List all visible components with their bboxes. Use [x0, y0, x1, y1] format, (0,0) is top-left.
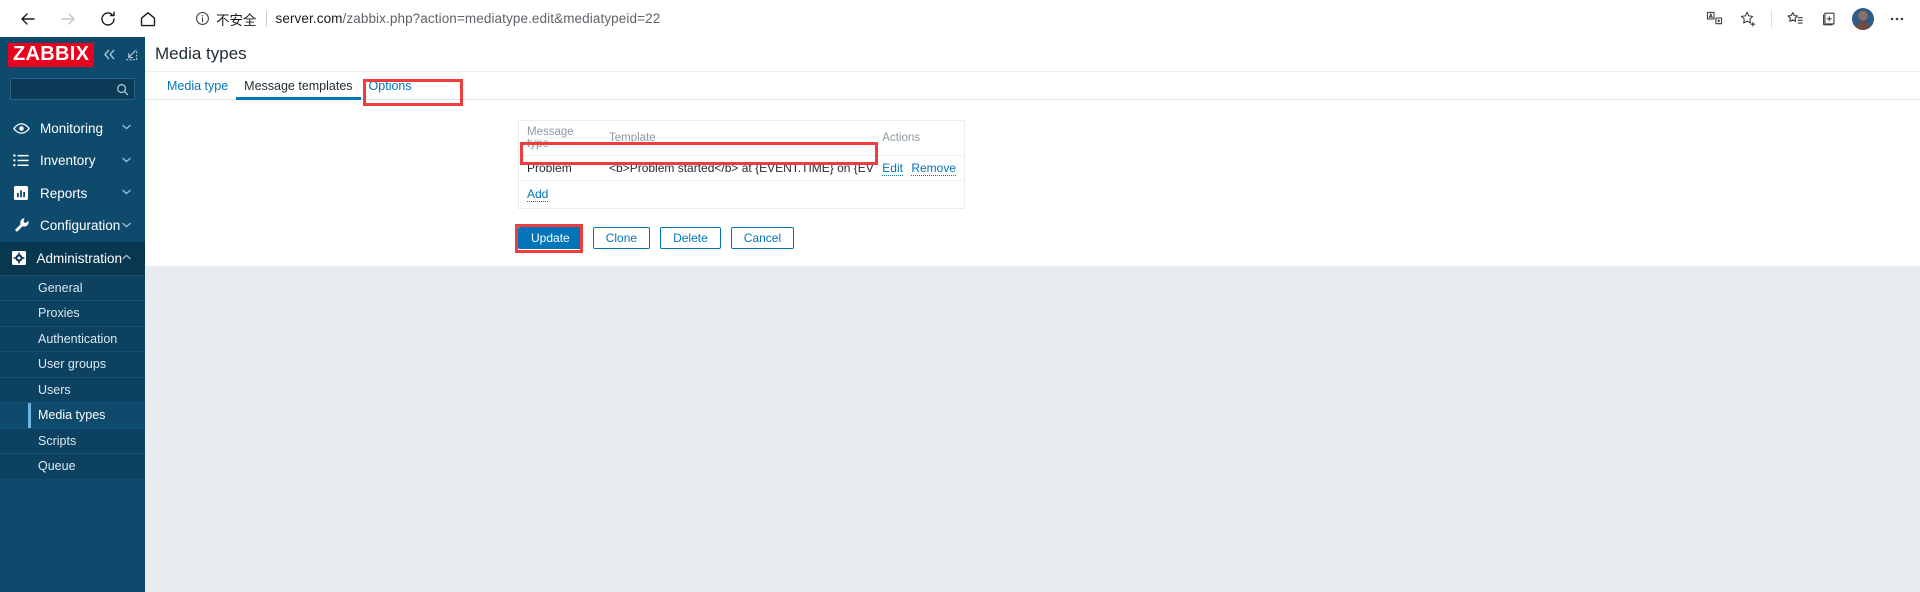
tab-message-templates[interactable]: Message templates: [236, 79, 361, 100]
form-tabs: Media type Message templates Options: [145, 72, 1920, 100]
collections-icon[interactable]: [1812, 2, 1846, 36]
form-buttons: Update Clone Delete Cancel: [518, 227, 795, 249]
column-header-template: Template: [601, 121, 875, 156]
avatar: [1852, 7, 1874, 30]
column-header-actions: Actions: [874, 121, 964, 156]
address-bar[interactable]: 不安全 server.com/zabbix.php?action=mediaty…: [180, 4, 1628, 33]
table-add-row: Add: [519, 181, 964, 209]
chevron-down-icon: [122, 188, 131, 198]
chevron-up-icon: [122, 253, 131, 263]
table-row: Problem <b>Problem started</b> at {EVENT…: [519, 155, 964, 181]
sidebar-item-media-types[interactable]: Media types: [0, 402, 145, 428]
address-separator: [265, 10, 267, 27]
sidebar-item-general[interactable]: General: [0, 274, 145, 301]
settings-more-icon[interactable]: [1880, 2, 1914, 36]
url-text: server.com/zabbix.php?action=mediatype.e…: [276, 11, 661, 26]
sidebar-item-user-groups[interactable]: User groups: [0, 351, 145, 377]
page-title: Media types: [155, 44, 247, 63]
form-card: Media type Message templates Options Mes…: [145, 72, 1920, 266]
sidebar-header: ZABBIX: [0, 37, 145, 72]
cell-template: <b>Problem started</b> at {EVENT.TIME} o…: [601, 155, 875, 181]
collapse-panel-icon[interactable]: [125, 48, 138, 61]
sidebar-subitem-label: Scripts: [38, 433, 77, 448]
chart-bar-icon: [10, 185, 32, 201]
url-host: server.com: [275, 11, 343, 26]
cell-actions: Edit Remove: [874, 155, 964, 181]
chevron-down-icon: [122, 123, 131, 133]
eye-icon: [10, 122, 32, 135]
table-header-row: Message type Template Actions: [519, 121, 964, 156]
add-link[interactable]: Add: [527, 187, 549, 202]
remove-link[interactable]: Remove: [911, 161, 956, 176]
add-favorite-icon[interactable]: [1731, 2, 1765, 36]
forward-icon: [48, 1, 88, 37]
message-templates-table: Message type Template Actions Problem <b…: [518, 120, 965, 209]
add-cell: Add: [519, 181, 964, 209]
sidebar-item-scripts[interactable]: Scripts: [0, 427, 145, 454]
translate-icon[interactable]: [1697, 2, 1731, 36]
tab-media-type[interactable]: Media type: [159, 79, 236, 99]
page-header: Media types: [145, 37, 1920, 72]
sidebar-item-label: Monitoring: [40, 120, 104, 136]
sidebar-item-proxies[interactable]: Proxies: [0, 300, 145, 326]
administration-submenu: General Proxies Authentication User grou…: [0, 274, 145, 479]
sidebar-item-inventory[interactable]: Inventory: [0, 145, 145, 178]
sidebar-item-label: Inventory: [40, 153, 96, 169]
search-icon: [117, 83, 129, 95]
delete-button[interactable]: Delete: [660, 227, 721, 249]
back-icon[interactable]: [8, 1, 48, 37]
sidebar-item-label: Reports: [40, 185, 88, 201]
cancel-button[interactable]: Cancel: [730, 227, 795, 249]
sidebar-subitem-label: Proxies: [38, 306, 80, 321]
sidebar-subitem-label: Users: [38, 382, 71, 397]
list-icon: [10, 154, 32, 167]
clone-button[interactable]: Clone: [592, 227, 651, 249]
sidebar-item-users[interactable]: Users: [0, 376, 145, 403]
sidebar-item-monitoring[interactable]: Monitoring: [0, 112, 145, 145]
browser-right-icons: [1697, 0, 1920, 37]
sidebar-subitem-label: User groups: [38, 357, 107, 372]
sidebar-item-configuration[interactable]: Configuration: [0, 210, 145, 243]
column-header-message-type: Message type: [519, 121, 601, 156]
sidebar-item-authentication[interactable]: Authentication: [0, 325, 145, 352]
favorites-icon[interactable]: [1778, 2, 1812, 36]
sidebar-item-reports[interactable]: Reports: [0, 177, 145, 210]
tab-options[interactable]: Options: [361, 79, 420, 99]
sidebar-subitem-label: Media types: [38, 408, 106, 423]
chevron-double-left-icon[interactable]: [102, 48, 117, 61]
sidebar-filler: [0, 478, 145, 569]
sidebar-menu: Monitoring Inventory Reports Configurati…: [0, 112, 145, 569]
browser-toolbar: 不安全 server.com/zabbix.php?action=mediaty…: [0, 0, 1920, 37]
sidebar: ZABBIX Monitoring Inventory Reports Conf…: [0, 37, 145, 592]
sidebar-item-queue[interactable]: Queue: [0, 453, 145, 479]
home-icon[interactable]: [128, 1, 168, 37]
wrench-icon: [10, 217, 32, 234]
reload-icon[interactable]: [88, 1, 128, 37]
sidebar-subitem-label: General: [38, 280, 83, 295]
profile-avatar[interactable]: [1846, 2, 1880, 36]
zabbix-logo[interactable]: ZABBIX: [8, 42, 95, 67]
gear-icon: [10, 250, 28, 266]
security-label: 不安全: [216, 12, 257, 28]
sidebar-item-label: Administration: [36, 250, 122, 266]
info-circle-icon[interactable]: [194, 11, 210, 27]
search-input[interactable]: [10, 78, 135, 100]
sidebar-item-label: Configuration: [40, 218, 121, 234]
sidebar-subitem-label: Queue: [38, 459, 76, 474]
sidebar-item-administration[interactable]: Administration: [0, 242, 145, 275]
main-content: Media types Media type Message templates…: [145, 37, 1920, 592]
edit-link[interactable]: Edit: [882, 161, 903, 176]
chevron-down-icon: [122, 156, 131, 166]
url-path: /zabbix.php?action=mediatype.edit&mediat…: [342, 11, 661, 26]
cell-message-type: Problem: [519, 155, 601, 181]
zabbix-page: ZABBIX Monitoring Inventory Reports Conf…: [0, 37, 1920, 592]
sidebar-subitem-label: Authentication: [38, 331, 118, 346]
chevron-down-icon: [122, 221, 131, 231]
update-button[interactable]: Update: [518, 227, 583, 249]
toolbar-divider: [1771, 9, 1772, 28]
browser-nav-buttons: [0, 1, 168, 37]
